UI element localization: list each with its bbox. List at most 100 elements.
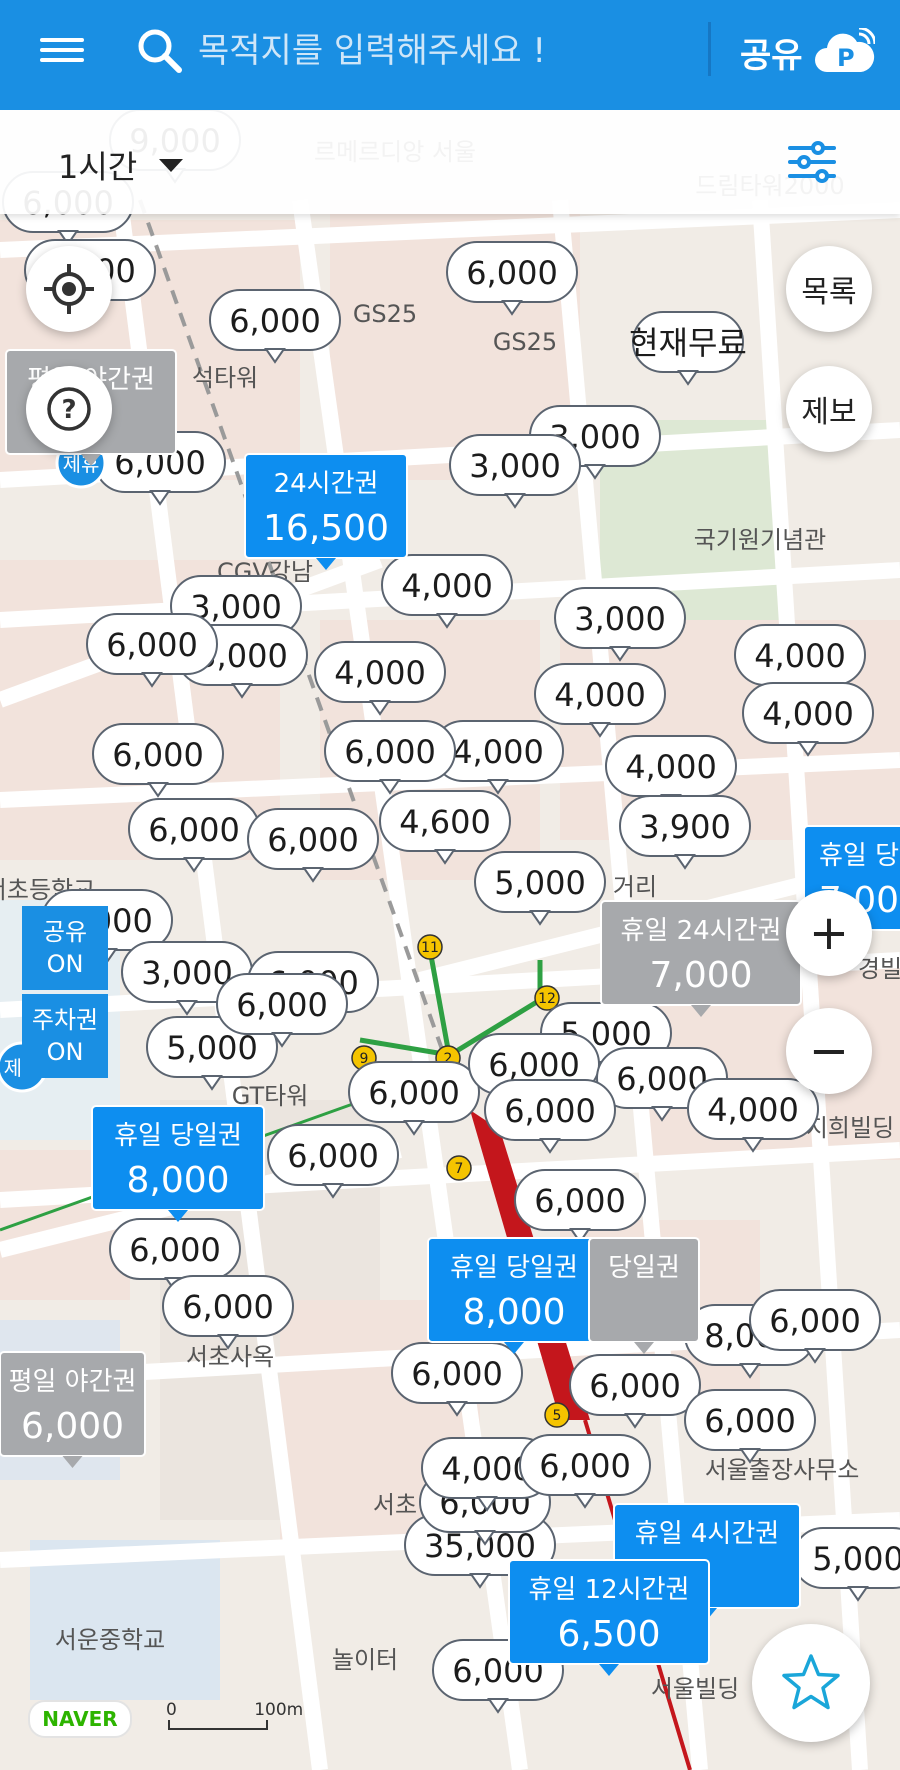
share-label: 공유 <box>740 35 803 76</box>
bubble-price: 3,900 <box>639 808 731 846</box>
report-button[interactable]: 제보 <box>786 366 872 452</box>
ticket-card-title: 휴일 당일권 <box>450 1253 578 1283</box>
parking-ticket-card[interactable]: 휴일 당일권 8,000 <box>91 1105 265 1222</box>
bubble-pointer <box>504 493 526 509</box>
bubble-price: 6,000 <box>112 736 204 774</box>
parking-toggle-title: 주차권 <box>31 1005 99 1034</box>
map-place-label: 서울출장사무소 <box>705 1456 860 1484</box>
favorite-button[interactable] <box>752 1624 870 1742</box>
ticket-card-price: 8,000 <box>462 1292 565 1333</box>
parking-price-bubble[interactable]: 4,000 <box>381 554 513 629</box>
subway-exit-number: 5 <box>553 1408 562 1424</box>
bubble-price: 4,000 <box>625 748 717 786</box>
ticket-card-title: 휴일 당일권 <box>114 1121 242 1151</box>
parking-price-bubble[interactable]: 3,900 <box>619 795 751 870</box>
parking-ticket-toggle[interactable]: 주차권 ON <box>22 994 108 1078</box>
map-place-label: 지희빌딩 <box>806 1114 894 1142</box>
map-place-label: 놀이터 <box>332 1646 398 1674</box>
bubble-price: 6,000 <box>368 1074 460 1112</box>
map-place-label: 석타워 <box>192 364 258 392</box>
map-place-label: GS25 <box>353 300 417 328</box>
parking-price-bubble[interactable]: 6,000 <box>128 798 260 873</box>
map-place-label: 거리 <box>613 873 657 901</box>
map-place-label: 서운중학교 <box>55 1626 165 1654</box>
subway-exit-number: 12 <box>538 991 556 1007</box>
zoom-in-button[interactable]: + <box>786 890 872 976</box>
map-canvas[interactable]: 11129752 르메르디앙 서울드림타워2000GS25GS25국기원기념관C… <box>0 0 900 1770</box>
scale-zero: 0 <box>166 1700 177 1720</box>
bubble-price: 6,000 <box>769 1302 861 1340</box>
parking-ticket-card[interactable]: 24시간권 16,500 <box>244 453 408 570</box>
ticket-card-price: 6,500 <box>557 1614 660 1655</box>
bubble-price: 4,600 <box>399 803 491 841</box>
bubble-price: 6,000 <box>229 302 321 340</box>
destination-search-input[interactable] <box>196 22 700 80</box>
share-toggle[interactable]: 공유 ON <box>22 906 108 990</box>
list-button[interactable]: 목록 <box>786 246 872 332</box>
parking-price-bubble[interactable]: 현재무료 <box>629 311 747 386</box>
ticket-card-price: 8,000 <box>126 1160 229 1201</box>
question-icon: ? <box>47 387 91 431</box>
map-place-label: 서초사옥 <box>186 1343 274 1371</box>
subway-exit-number: 7 <box>455 1161 464 1177</box>
share-toggle-title: 공유 <box>42 917 88 946</box>
bubble-pointer <box>201 1075 223 1091</box>
parking-price-bubble[interactable]: 6,000 <box>484 1079 616 1154</box>
bubble-price: 3,000 <box>141 954 233 992</box>
parking-toggle-state: ON <box>46 1038 84 1066</box>
star-icon <box>782 1654 840 1710</box>
bubble-price: 4,000 <box>401 567 493 605</box>
zoom-out-label: − <box>808 1023 850 1079</box>
ticket-card-title: 휴일 24시간권 <box>621 916 782 946</box>
share-button[interactable]: 공유 P <box>740 24 875 80</box>
crosshair-icon <box>44 264 94 314</box>
map-place-label: 국기원기념관 <box>694 526 826 554</box>
parking-ticket-card[interactable]: 휴일 24시간권 7,000 <box>600 900 802 1017</box>
svg-text:P: P <box>837 44 855 72</box>
bubble-price: 6,000 <box>589 1367 681 1405</box>
bubble-price: 6,000 <box>504 1092 596 1130</box>
parking-ticket-card[interactable]: 평일 야간권 6,000 <box>0 1351 146 1468</box>
map-place-label: 서초 <box>373 1491 417 1519</box>
ticket-card-price: 7,000 <box>649 955 752 996</box>
bubble-pointer <box>403 1120 425 1136</box>
zoom-in-label: + <box>808 905 850 961</box>
bubble-price: 6,000 <box>287 1137 379 1175</box>
current-location-button[interactable] <box>26 246 112 332</box>
naver-logo: NAVER <box>28 1700 132 1738</box>
zoom-out-button[interactable]: − <box>786 1008 872 1094</box>
ticket-card-price: 16,500 <box>263 508 389 549</box>
parking-price-bubble[interactable]: 6,000 <box>569 1354 701 1429</box>
parking-ticket-card[interactable]: 휴일 당일권 8,000 <box>427 1237 601 1354</box>
ticket-card-pointer <box>316 558 336 570</box>
list-label: 목록 <box>801 275 857 310</box>
bubble-pointer <box>624 1413 646 1429</box>
cloud-parking-icon: P <box>814 28 875 72</box>
parking-ticket-card[interactable]: 휴일 12시간권 6,500 <box>508 1559 710 1676</box>
search-icon <box>138 29 182 73</box>
menu-button[interactable] <box>40 32 84 76</box>
help-button[interactable]: ? <box>26 366 112 452</box>
duration-dropdown[interactable]: 1시간 <box>58 142 184 188</box>
parking-ticket-card[interactable]: 당일권 <box>588 1237 700 1354</box>
filter-settings-icon[interactable] <box>786 136 838 188</box>
parking-price-bubble[interactable]: 5,000 <box>474 851 606 926</box>
bubble-price: 6,000 <box>148 811 240 849</box>
bubble-price: 4,000 <box>334 654 426 692</box>
header-divider <box>708 22 711 76</box>
scale-bar <box>168 1720 268 1730</box>
bubble-price: 4,000 <box>452 733 544 771</box>
scale-label: 100m <box>254 1700 304 1720</box>
ticket-card-title: 평일 야간권 <box>9 1367 137 1397</box>
parking-price-bubble[interactable]: 3,000 <box>449 434 581 509</box>
bubble-pointer <box>804 1348 826 1364</box>
bubble-price: 6,000 <box>539 1447 631 1485</box>
parking-price-bubble[interactable]: 6,000 <box>684 1389 816 1464</box>
bubble-pointer <box>674 854 696 870</box>
bubble-price: 5,000 <box>494 864 586 902</box>
bubble-price: 3,000 <box>469 447 561 485</box>
bubble-price: 6,000 <box>466 254 558 292</box>
bubble-price: 4,000 <box>762 695 854 733</box>
bubble-price: 6,000 <box>411 1355 503 1393</box>
bubble-price: 3,000 <box>574 600 666 638</box>
